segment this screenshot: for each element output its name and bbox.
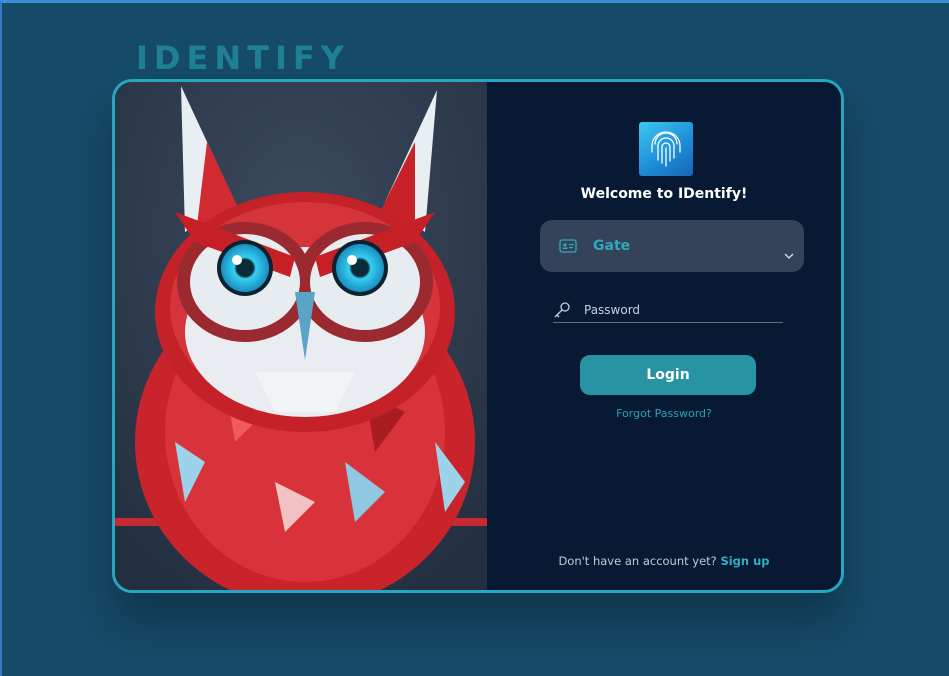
signup-prompt-text: Don't have an account yet? (558, 554, 717, 568)
gate-select[interactable]: Gate (540, 220, 804, 272)
key-icon (554, 302, 570, 318)
gate-select-value: Gate (593, 238, 631, 254)
fingerprint-icon (651, 131, 681, 167)
brand-title: IDENTIFY (136, 39, 350, 77)
signup-link[interactable]: Sign up (720, 554, 769, 568)
id-card-icon (559, 239, 577, 253)
owl-illustration (115, 82, 487, 590)
login-panel: Welcome to IDentify! Gate Login Forgot P… (487, 82, 841, 590)
password-field (553, 298, 783, 323)
forgot-password-link[interactable]: Forgot Password? (487, 407, 841, 420)
app-logo (639, 122, 693, 176)
welcome-heading: Welcome to IDentify! (580, 186, 748, 202)
password-input[interactable] (584, 303, 764, 317)
signup-prompt: Don't have an account yet? Sign up (487, 554, 841, 568)
login-card: Welcome to IDentify! Gate Login Forgot P… (112, 79, 844, 593)
chevron-down-icon[interactable] (784, 252, 794, 260)
owl-illustration-svg (115, 82, 487, 590)
login-button[interactable]: Login (580, 355, 756, 395)
